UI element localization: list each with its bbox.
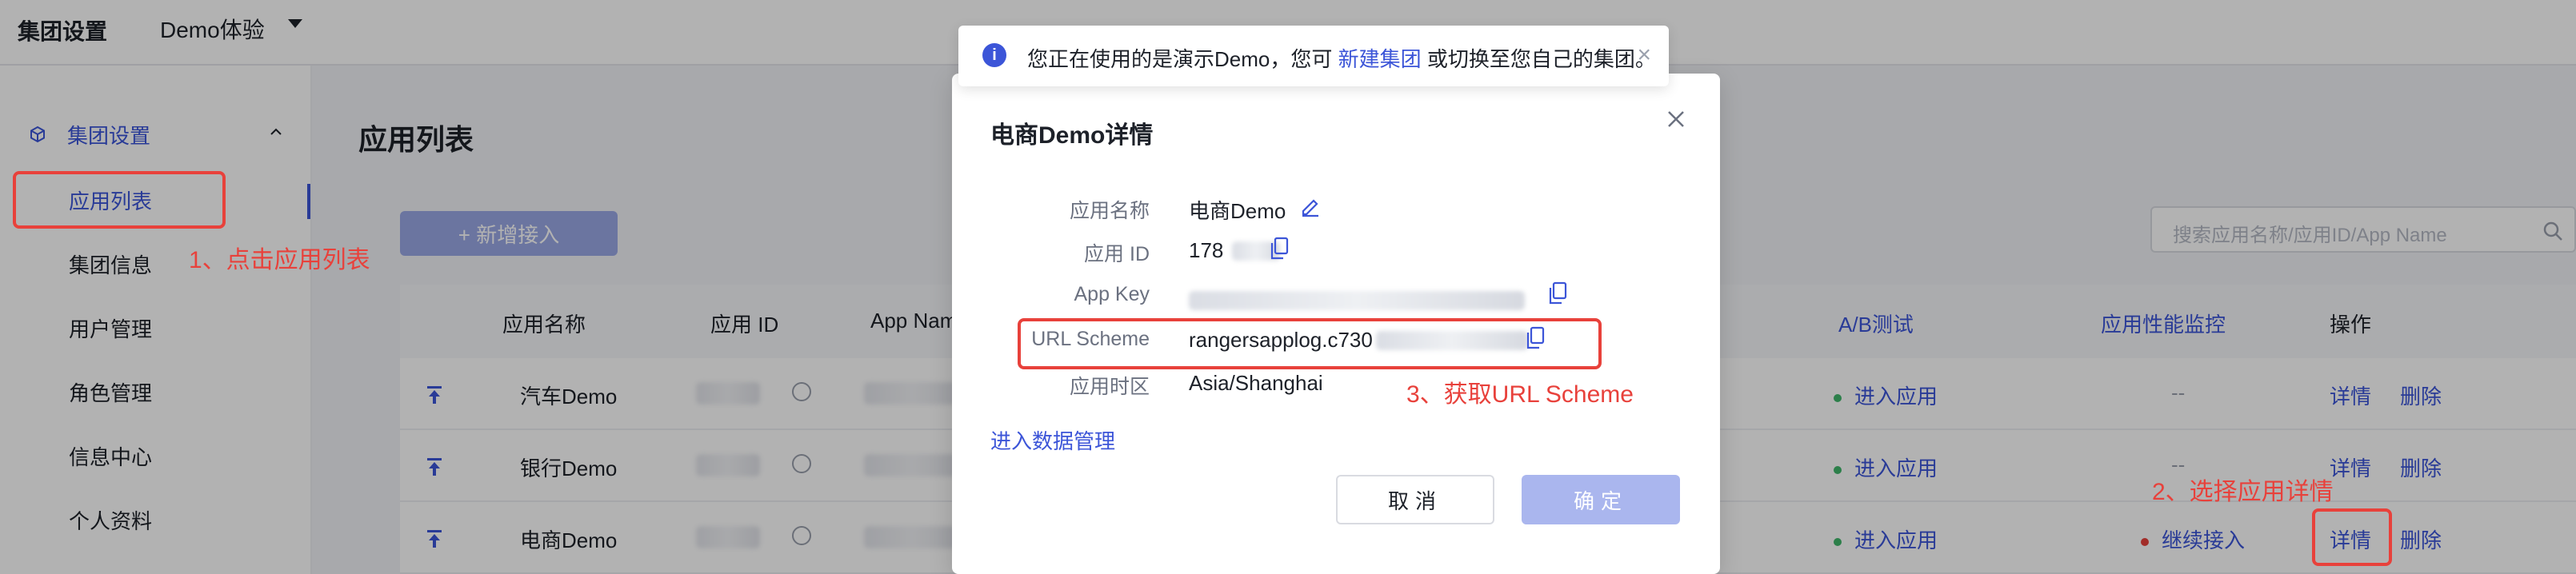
confirm-button[interactable]: 确定 bbox=[1522, 475, 1680, 524]
app-name-value: 电商Demo bbox=[1189, 199, 1286, 223]
annotation-box-url-scheme bbox=[1018, 318, 1602, 369]
annotation-step1: 1、点击应用列表 bbox=[189, 247, 370, 273]
copy-icon[interactable] bbox=[1547, 281, 1568, 305]
annotation-box-detail bbox=[2312, 508, 2392, 566]
cancel-button[interactable]: 取消 bbox=[1336, 475, 1494, 524]
close-icon[interactable]: × bbox=[1637, 42, 1651, 69]
create-group-link[interactable]: 新建集团 bbox=[1338, 47, 1422, 71]
app-id-label: 应用 ID bbox=[1084, 243, 1150, 265]
timezone-label: 应用时区 bbox=[1069, 376, 1150, 398]
edit-icon[interactable] bbox=[1299, 195, 1322, 217]
close-icon[interactable] bbox=[1664, 107, 1688, 131]
copy-icon[interactable] bbox=[1269, 237, 1290, 261]
app-name-label: 应用名称 bbox=[1069, 200, 1150, 222]
notice-text-after: 或切换至您自己的集团。 bbox=[1421, 47, 1656, 71]
annotation-step3: 3、获取URL Scheme bbox=[1406, 381, 1634, 408]
app-id-value: 178 bbox=[1189, 238, 1224, 262]
redacted-app-key bbox=[1189, 291, 1525, 310]
timezone-value: Asia/Shanghai bbox=[1189, 371, 1323, 395]
info-icon: i bbox=[982, 43, 1006, 67]
notice-text: 您正在使用的是演示Demo，您可 新建集团 或切换至您自己的集团。 bbox=[1027, 43, 1656, 73]
notice-text-before: 您正在使用的是演示Demo，您可 bbox=[1027, 47, 1338, 71]
demo-notice: i 您正在使用的是演示Demo，您可 新建集团 或切换至您自己的集团。 × bbox=[958, 26, 1669, 86]
app-detail-modal: 电商Demo详情 应用名称 电商Demo 应用 ID 178 App Key U… bbox=[952, 74, 1720, 574]
modal-title: 电商Demo详情 bbox=[990, 122, 1154, 149]
app-key-label: App Key bbox=[1074, 283, 1150, 305]
data-management-link[interactable]: 进入数据管理 bbox=[990, 425, 1115, 455]
annotation-step2: 2、选择应用详情 bbox=[2152, 479, 2334, 505]
annotation-box-app-list bbox=[13, 171, 226, 229]
